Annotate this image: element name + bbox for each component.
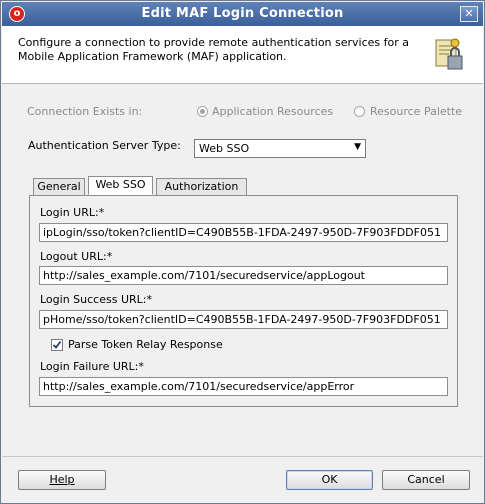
- chevron-down-icon: ▼: [354, 142, 361, 152]
- login-url-label: Login URL:*: [40, 206, 105, 219]
- tab-authorization[interactable]: Authorization: [156, 178, 247, 195]
- auth-server-type-select[interactable]: Web SSO ▼: [194, 139, 366, 158]
- login-failure-url-input[interactable]: http://sales_example.com/7101/securedser…: [39, 377, 448, 396]
- close-icon: ✕: [464, 7, 474, 20]
- auth-server-type-label: Authentication Server Type:: [28, 139, 181, 152]
- help-button-label: Help: [49, 473, 75, 486]
- auth-server-type-value: Web SSO: [199, 142, 250, 155]
- ok-button[interactable]: OK: [286, 470, 373, 490]
- radio-resource-palette-label: Resource Palette: [370, 105, 463, 118]
- checkmark-icon: [52, 340, 62, 349]
- dialog-window: o Edit MAF Login Connection ✕ Configure …: [0, 0, 485, 504]
- dialog-title: Edit MAF Login Connection: [141, 6, 344, 21]
- logout-url-label: Logout URL:*: [40, 250, 113, 263]
- cancel-button[interactable]: Cancel: [382, 470, 470, 490]
- help-button[interactable]: Help: [18, 470, 106, 490]
- connection-lock-icon: [433, 36, 465, 72]
- radio-resource-palette[interactable]: [354, 106, 365, 117]
- login-url-input[interactable]: ipLogin/sso/token?clientID=C490B55B-1FDA…: [39, 223, 448, 242]
- tab-web-sso[interactable]: Web SSO: [88, 176, 153, 195]
- parse-token-label: Parse Token Relay Response: [68, 338, 223, 351]
- title-bar: o Edit MAF Login Connection ✕: [2, 2, 483, 26]
- login-failure-url-label: Login Failure URL:*: [40, 360, 144, 373]
- header-panel: Configure a connection to provide remote…: [2, 26, 483, 84]
- dialog-description: Configure a connection to provide remote…: [18, 36, 410, 63]
- logout-url-input[interactable]: http://sales_example.com/7101/securedser…: [39, 266, 448, 285]
- tab-general[interactable]: General: [33, 178, 85, 195]
- parse-token-checkbox[interactable]: [51, 339, 63, 351]
- close-button[interactable]: ✕: [460, 6, 478, 22]
- connection-exists-label: Connection Exists in:: [27, 105, 143, 118]
- login-success-url-label: Login Success URL:*: [40, 293, 152, 306]
- radio-application-resources-label: Application Resources: [212, 105, 334, 118]
- button-separator: [2, 456, 483, 457]
- radio-application-resources[interactable]: [197, 106, 208, 117]
- login-success-url-input[interactable]: pHome/sso/token?clientID=C490B55B-1FDA-2…: [39, 310, 448, 329]
